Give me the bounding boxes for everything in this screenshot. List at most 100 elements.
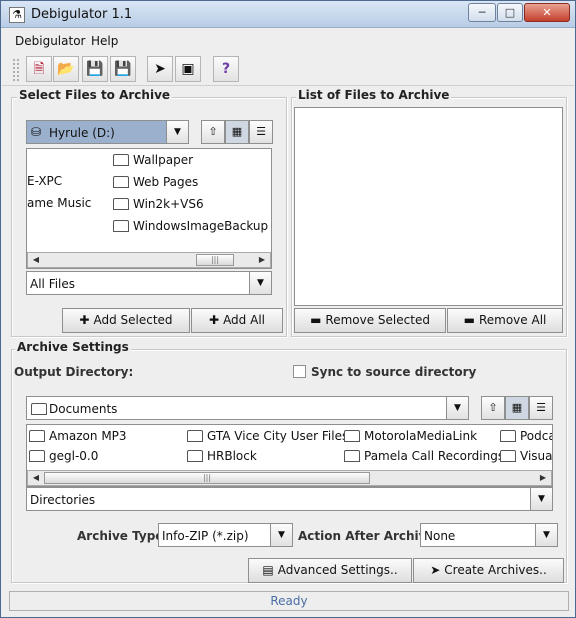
list-item[interactable]: WindowsImageBackup [113,219,268,233]
output-directory-select[interactable]: Documents ▼ [26,396,469,420]
directory-browser-list[interactable]: Amazon MP3 GTA Vice City User Files Moto… [26,424,553,487]
save-icon[interactable]: 💾 [82,56,108,82]
scroll-thumb[interactable]: ||| [44,472,370,484]
chevron-down-icon[interactable]: ▼ [530,488,552,510]
list-item[interactable]: Podca [500,429,552,443]
archive-file-list[interactable] [294,107,563,306]
archive-icon[interactable]: ▣ [175,56,201,82]
details-view-icon[interactable]: ☰ [529,396,553,420]
file-filter-value: All Files [30,277,76,291]
create-archives-button[interactable]: ➤ Create Archives.. [413,558,564,583]
remove-all-button[interactable]: ▬ Remove All [447,308,563,333]
drive-value: Hyrule (D:) [49,126,115,140]
sync-checkbox[interactable] [293,365,306,378]
save-as-icon[interactable]: 💾 [110,56,136,82]
menu-debigulator[interactable]: Debigulator [15,34,85,48]
advanced-settings-button[interactable]: ▤ Advanced Settings.. [248,558,412,583]
list-item[interactable]: Visua [500,449,552,463]
menu-bar: Debigulator Help [2,29,574,53]
scroll-thumb[interactable]: ||| [196,254,234,266]
folder-icon [187,430,203,442]
status-bar: Ready [9,591,569,611]
chevron-down-icon[interactable]: ▼ [270,524,292,546]
open-folder-icon[interactable]: 📂 [53,56,79,82]
list-view-icon[interactable]: ▦ [225,120,249,144]
archive-type-value: Info-ZIP (*.zip) [162,529,249,543]
folder-icon [29,430,45,442]
folder-icon [29,450,45,462]
folder-icon [344,430,360,442]
up-folder-icon[interactable]: ⇧ [201,120,225,144]
scroll-right-icon[interactable]: ▶ [254,253,270,267]
folder-icon [187,450,203,462]
directory-filter-select[interactable]: Directories ▼ [26,487,553,511]
list-files-title: List of Files to Archive [296,88,452,102]
list-item[interactable]: Web Pages [113,175,198,189]
app-icon: ⚗ [9,7,25,23]
minus-icon: ▬ [463,313,475,327]
chevron-down-icon[interactable]: ▼ [249,272,271,294]
folder-icon [113,220,129,232]
drive-select[interactable]: ⛁ Hyrule (D:) ▼ [26,120,189,144]
folder-icon [500,450,516,462]
menu-help[interactable]: Help [91,34,118,48]
up-folder-icon[interactable]: ⇧ [481,396,505,420]
plus-icon: ✚ [79,313,90,327]
scroll-right-icon[interactable]: ▶ [535,471,551,485]
action-after-archive-select[interactable]: None ▼ [420,523,558,547]
file-filter-select[interactable]: All Files ▼ [26,271,272,295]
list-item[interactable]: ame Music [27,196,91,210]
list-item[interactable]: MotorolaMediaLink [344,429,477,443]
new-icon[interactable]: 🗎 [26,56,52,82]
archive-settings-title: Archive Settings [15,340,131,354]
output-directory-label: Output Directory: [14,365,134,379]
directory-filter-value: Directories [30,493,96,507]
minus-icon: ▬ [310,313,322,327]
maximize-icon[interactable]: □ [497,3,523,22]
horizontal-scrollbar[interactable]: ◀ ||| ▶ [27,252,271,268]
list-item[interactable]: Win2k+VS6 [113,197,204,211]
list-item[interactable]: Pamela Call Recordings [344,449,504,463]
scroll-left-icon[interactable]: ◀ [28,471,44,485]
list-item[interactable]: HRBlock [187,449,257,463]
help-icon[interactable]: ? [213,56,239,82]
action-after-archive-value: None [424,529,456,543]
toolbar: 🗎 📂 💾 💾 ➤ ▣ ? [2,54,574,86]
folder-icon [344,450,360,462]
settings-icon: ▤ [262,563,274,577]
scroll-left-icon[interactable]: ◀ [28,253,44,267]
list-item[interactable]: E-XPC [27,174,62,188]
details-view-icon[interactable]: ☰ [249,120,273,144]
list-view-icon[interactable]: ▦ [505,396,529,420]
folder-icon [113,176,129,188]
sync-label: Sync to source directory [311,365,477,379]
chevron-down-icon[interactable]: ▼ [166,121,188,143]
minimize-icon[interactable]: ─ [468,3,496,22]
output-directory-value: Documents [49,402,118,416]
chevron-down-icon[interactable]: ▼ [535,524,557,546]
title-bar[interactable]: ⚗ Debigulator 1.1 ─ □ ✕ [1,1,575,28]
folder-icon [500,430,516,442]
add-all-button[interactable]: ✚ Add All [191,308,283,333]
action-after-archive-label: Action After Archive: [298,529,440,543]
archive-type-label: Archive Type: [77,529,169,543]
list-item[interactable]: GTA Vice City User Files [187,429,348,443]
list-item[interactable]: Amazon MP3 [29,429,127,443]
add-selected-button[interactable]: ✚ Add Selected [62,308,190,333]
close-icon[interactable]: ✕ [524,3,570,22]
folder-icon [113,154,129,166]
remove-selected-button[interactable]: ▬ Remove Selected [294,308,446,333]
run-icon: ➤ [430,563,441,577]
run-icon[interactable]: ➤ [147,56,173,82]
chevron-down-icon[interactable]: ▼ [446,397,468,419]
toolbar-grip[interactable] [12,58,20,82]
list-item[interactable]: Wallpaper [113,153,193,167]
list-item[interactable]: gegl-0.0 [29,449,98,463]
main-window: ⚗ Debigulator 1.1 ─ □ ✕ Debigulator Help… [0,0,576,618]
select-files-title: Select Files to Archive [17,88,173,102]
archive-type-select[interactable]: Info-ZIP (*.zip) ▼ [158,523,293,547]
file-browser-list[interactable]: E-XPC ame Music Wallpaper Web Pages Win2… [26,148,272,269]
folder-icon [31,403,47,415]
horizontal-scrollbar[interactable]: ◀ ||| ▶ [27,470,552,486]
plus-icon: ✚ [209,313,220,327]
